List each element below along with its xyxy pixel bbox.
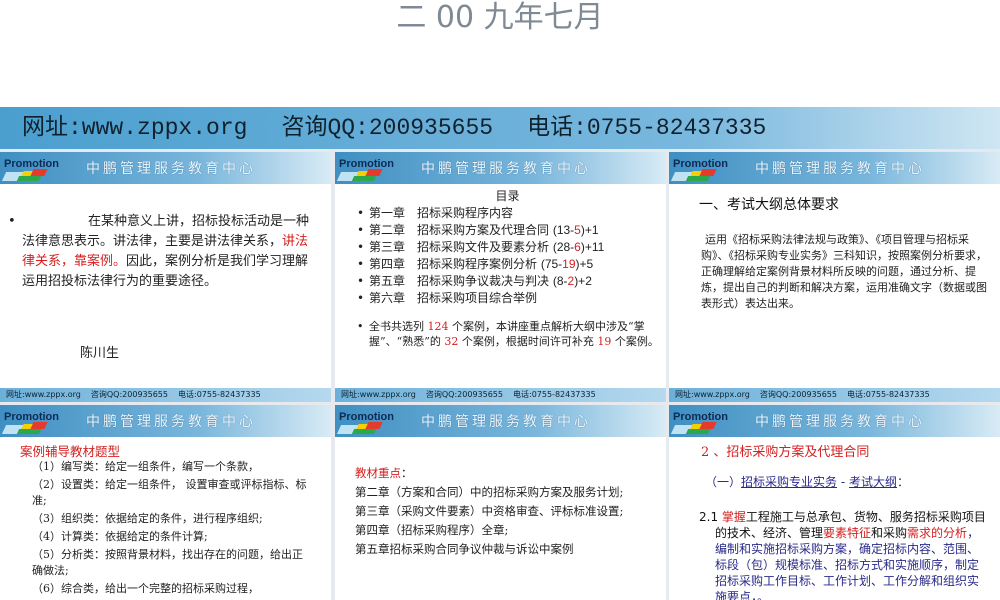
slide-header: Promotion 中鹏管理服务教育中心 xyxy=(669,152,1000,184)
toc-list: 第一章 招标采购程序内容第二章 招标采购方案及代理合同 (13-5)+1第三章 … xyxy=(355,205,660,307)
toc-item: 第二章 招标采购方案及代理合同 (13-5)+1 xyxy=(355,222,660,239)
banner-phone: 电话:0755-82437335 xyxy=(527,115,767,141)
slide6-heading: 2 、招标采购方案及代理合同 xyxy=(701,445,870,460)
promotion-logo: Promotion xyxy=(670,407,737,435)
promotion-logo: Promotion xyxy=(336,154,403,182)
slide6-text: 2.1 掌握工程施工与总承包、货物、服务招标采购项目的技术、经济、管理要素特征和… xyxy=(699,510,986,600)
slide-header: Promotion 中鹏管理服务教育中心 xyxy=(335,405,666,437)
slide3-heading: 一、考试大纲总体要求 xyxy=(699,197,839,213)
toc-item: 第一章 招标采购程序内容 xyxy=(355,205,660,222)
link-outline[interactable]: 考试大纲 xyxy=(849,475,897,489)
toc-heading: 目录 xyxy=(495,189,520,203)
key-point-item: 第五章招标采购合同争议仲裁与诉讼中案例 xyxy=(355,542,574,556)
promotion-logo: Promotion xyxy=(1,154,68,182)
key-point-item: 第三章（采购文件要素）中资格审查、评标标准设置; xyxy=(355,504,624,518)
slide-org-title: 中鹏管理服务教育中心 xyxy=(86,161,256,177)
slide-header: Promotion 中鹏管理服务教育中心 xyxy=(0,405,331,437)
page-title: 二 00 九年七月 xyxy=(396,0,604,35)
slide3-text: 运用《招标采购法律法规与政策》、《项目管理与招标采购》、《招标采购专业实务》三科… xyxy=(701,233,987,310)
slide-footer: 网址:www.zppx.org 咨询QQ:200935655 电话:0755-824… xyxy=(669,388,1000,402)
slide1-author: 陈川生 xyxy=(80,346,120,361)
slide-org-title: 中鹏管理服务教育中心 xyxy=(421,161,591,177)
key-point-item: 第二章（方案和合同）中的招标采购方案及服务计划; xyxy=(355,485,624,499)
slide-6[interactable]: Promotion 中鹏管理服务教育中心 2 、招标采购方案及代理合同 （一）招标… xyxy=(669,405,1000,600)
question-type-item: （4）计算类：依据给定的条件计算; xyxy=(32,530,208,543)
promotion-logo: Promotion xyxy=(670,154,737,182)
slide-4[interactable]: Promotion 中鹏管理服务教育中心 案例辅导教材题型 （1）编写类：给定一组… xyxy=(0,405,331,600)
slide-org-title: 中鹏管理服务教育中心 xyxy=(755,161,925,177)
slide-2[interactable]: Promotion 中鹏管理服务教育中心 目录 第一章 招标采购程序内容第二章 招… xyxy=(335,152,666,402)
toc-note: 全书共选列 124 个案例，本讲座重点解析大纲中涉及“掌握”、“熟悉”的 32 … xyxy=(355,319,660,349)
banner-site: 网址:www.zppx.org xyxy=(22,115,248,141)
toc-item: 第四章 招标采购程序案例分析 (75-19)+5 xyxy=(355,256,660,273)
slide-3[interactable]: Promotion 中鹏管理服务教育中心 一、考试大纲总体要求 运用《招标采购法律… xyxy=(669,152,1000,402)
slide-footer: 网址:www.zppx.org 咨询QQ:200935655 电话:0755-824… xyxy=(0,388,331,402)
slide-org-title: 中鹏管理服务教育中心 xyxy=(86,414,256,430)
key-point-item: 第四章（招标采购程序）全章; xyxy=(355,523,509,537)
slide-org-title: 中鹏管理服务教育中心 xyxy=(421,414,591,430)
question-type-item: （6）综合类，给出一个完整的招标采购过程， xyxy=(32,582,259,595)
contact-banner: 网址:www.zppx.org 咨询QQ:200935655 电话:0755-824… xyxy=(0,107,1000,149)
slide1-text: 在某种意义上讲，招标投标活动是一种法律意思表示。讲法律，主要是讲法律关系， xyxy=(22,214,310,249)
toc-item: 第三章 招标采购文件及要素分析 (28-6)+11 xyxy=(355,239,660,256)
slide-1[interactable]: Promotion 中鹏管理服务教育中心 • 在某种意义上讲，招标投标活动是一种法… xyxy=(0,152,331,402)
slide-org-title: 中鹏管理服务教育中心 xyxy=(755,414,925,430)
slide-5[interactable]: Promotion 中鹏管理服务教育中心 教材重点： 第二章（方案和合同）中的招标… xyxy=(335,405,666,600)
banner-qq: 咨询QQ:200935655 xyxy=(281,115,494,141)
question-type-item: （3）组织类：依据给定的条件，进行程序组织; xyxy=(32,512,263,525)
slide-header: Promotion 中鹏管理服务教育中心 xyxy=(335,152,666,184)
link-practice[interactable]: 招标采购专业实务 xyxy=(741,475,837,489)
toc-item: 第六章 招标采购项目综合举例 xyxy=(355,290,660,307)
toc-item: 第五章 招标采购争议裁决与判决 (8-2)+2 xyxy=(355,273,660,290)
slide-header: Promotion 中鹏管理服务教育中心 xyxy=(669,405,1000,437)
question-type-item: （5）分析类：按照背景材料，找出存在的问题，给出正确做法; xyxy=(32,548,303,577)
slide-header: Promotion 中鹏管理服务教育中心 xyxy=(0,152,331,184)
question-type-item: （1）编写类：给定一组条件，编写一个条款， xyxy=(32,460,259,473)
slide-footer: 网址:www.zppx.org 咨询QQ:200935655 电话:0755-824… xyxy=(335,388,666,402)
question-type-item: （2）设置类：给定一组条件， 设置审查或评标指标、标准; xyxy=(32,478,307,507)
slide6-subheading: （一）招标采购专业实务 - 考试大纲： xyxy=(705,475,910,489)
slide5-heading: 教材重点： xyxy=(355,466,413,480)
slide4-heading: 案例辅导教材题型 xyxy=(20,444,121,459)
promotion-logo: Promotion xyxy=(336,407,403,435)
promotion-logo: Promotion xyxy=(1,407,68,435)
